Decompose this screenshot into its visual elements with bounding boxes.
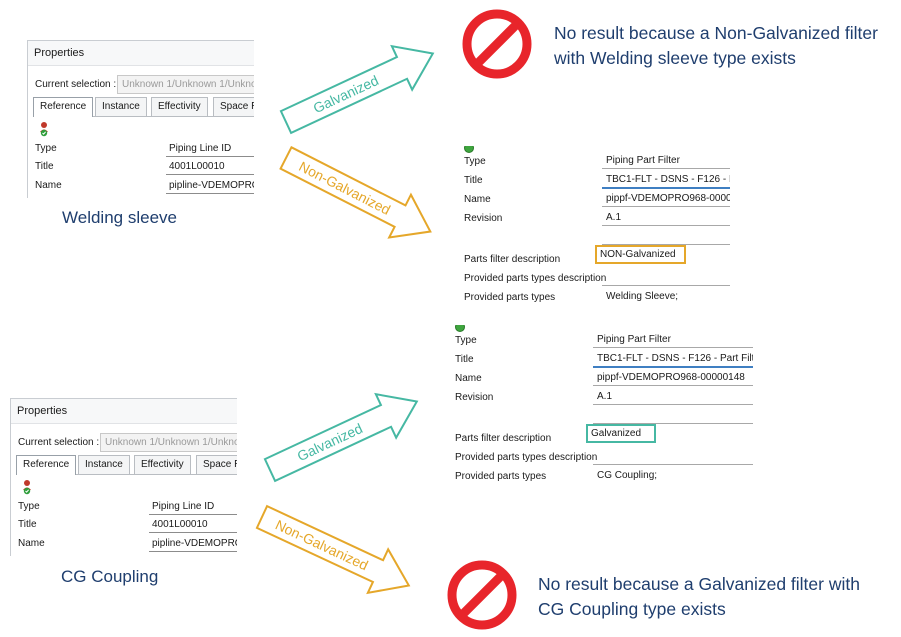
- non-galvanized-arrow-bottom: Non-Galvanized: [255, 504, 411, 595]
- non-galvanized-arrow-label: Non-Galvanized: [273, 516, 371, 573]
- galvanized-arrow-top: Galvanized: [279, 44, 435, 135]
- galvanized-arrow-bottom: Galvanized: [263, 392, 419, 483]
- non-galvanized-arrow-label: Non-Galvanized: [296, 158, 393, 218]
- no-entry-icon: [462, 9, 532, 79]
- no-entry-icon: [447, 560, 517, 630]
- non-galvanized-arrow-top: Non-Galvanized: [279, 145, 432, 239]
- diagram-overlay: Galvanized Non-Galvanized Galvanized Non…: [255, 9, 532, 630]
